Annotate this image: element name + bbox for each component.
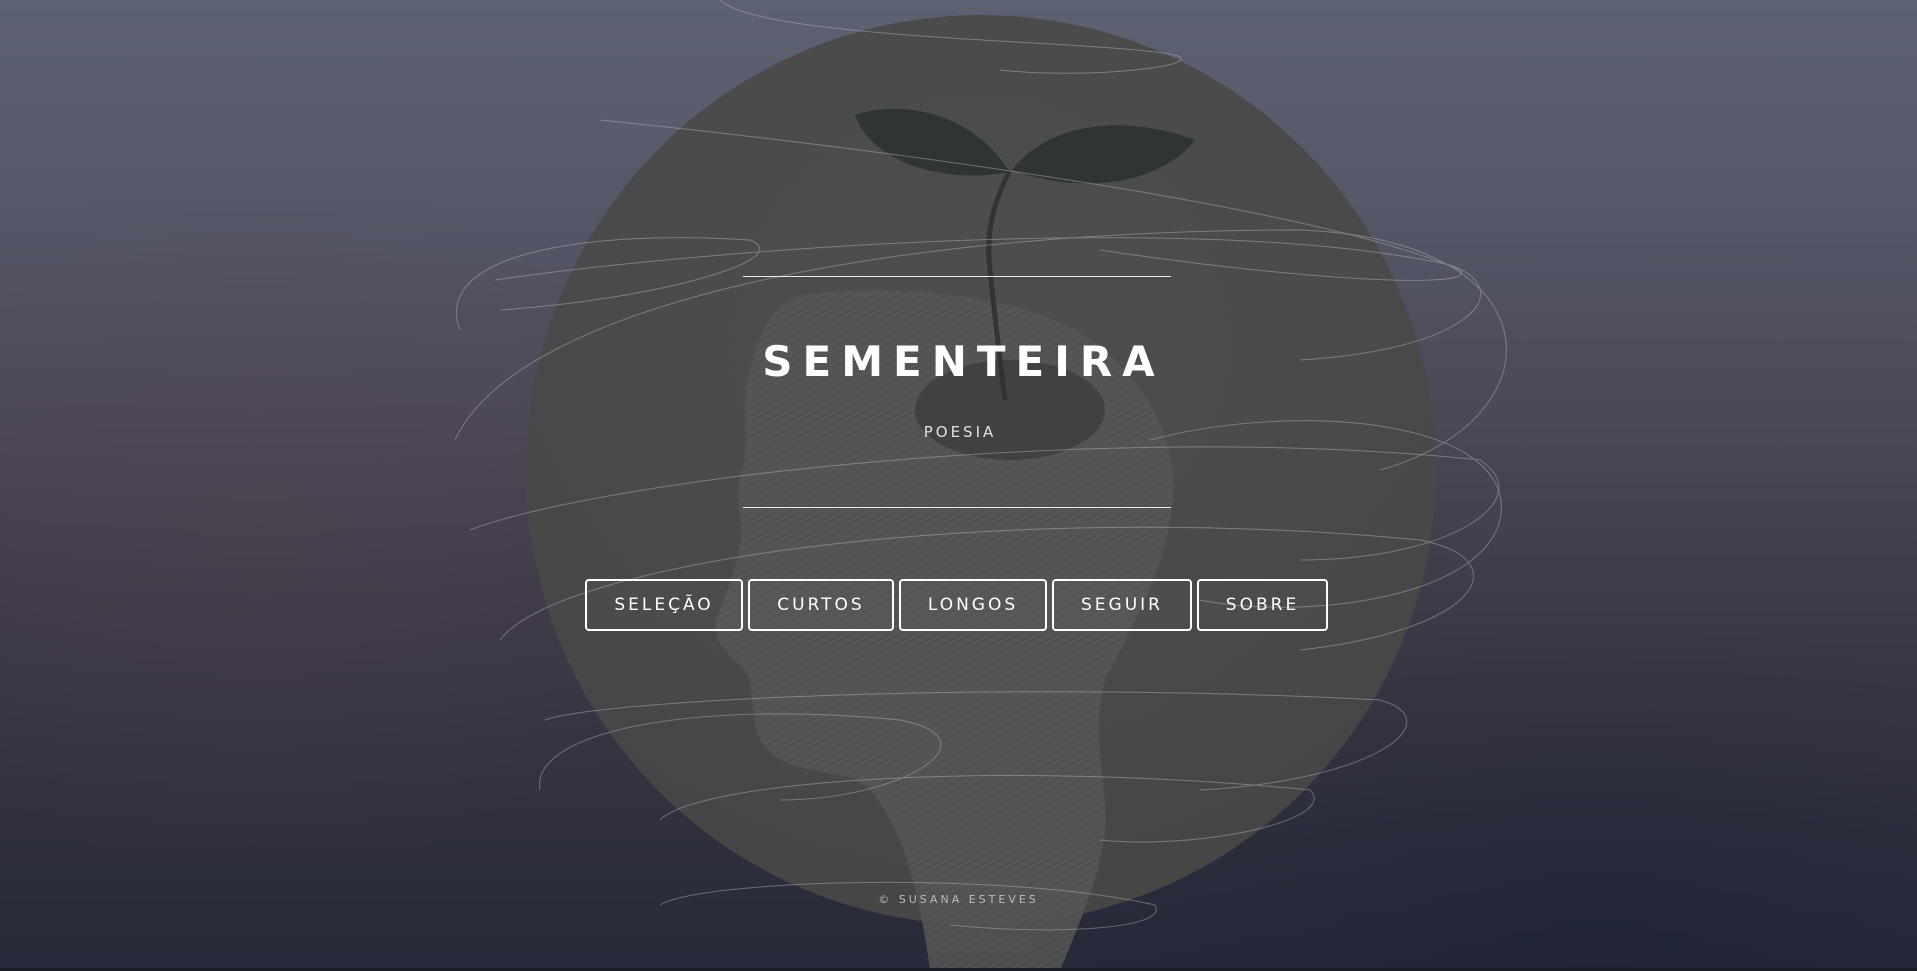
- nav-button-curtos[interactable]: CURTOS: [748, 579, 894, 631]
- title-divider-top: [743, 276, 1171, 277]
- nav-button-longos[interactable]: LONGOS: [899, 579, 1047, 631]
- title-divider-bottom: [743, 507, 1171, 508]
- footer-copyright: © SUSANA ESTEVES: [878, 893, 1039, 906]
- hero-artwork: [454, 0, 1507, 971]
- main-nav: SELEÇÃO CURTOS LONGOS SEGUIR SOBRE: [0, 579, 1917, 633]
- nav-button-sobre[interactable]: SOBRE: [1197, 579, 1328, 631]
- nav-button-selecao[interactable]: SELEÇÃO: [585, 579, 743, 631]
- nav-button-seguir[interactable]: SEGUIR: [1052, 579, 1192, 631]
- site-title: SEMENTEIRA: [762, 337, 1165, 386]
- site-subtitle: POESIA: [923, 423, 997, 441]
